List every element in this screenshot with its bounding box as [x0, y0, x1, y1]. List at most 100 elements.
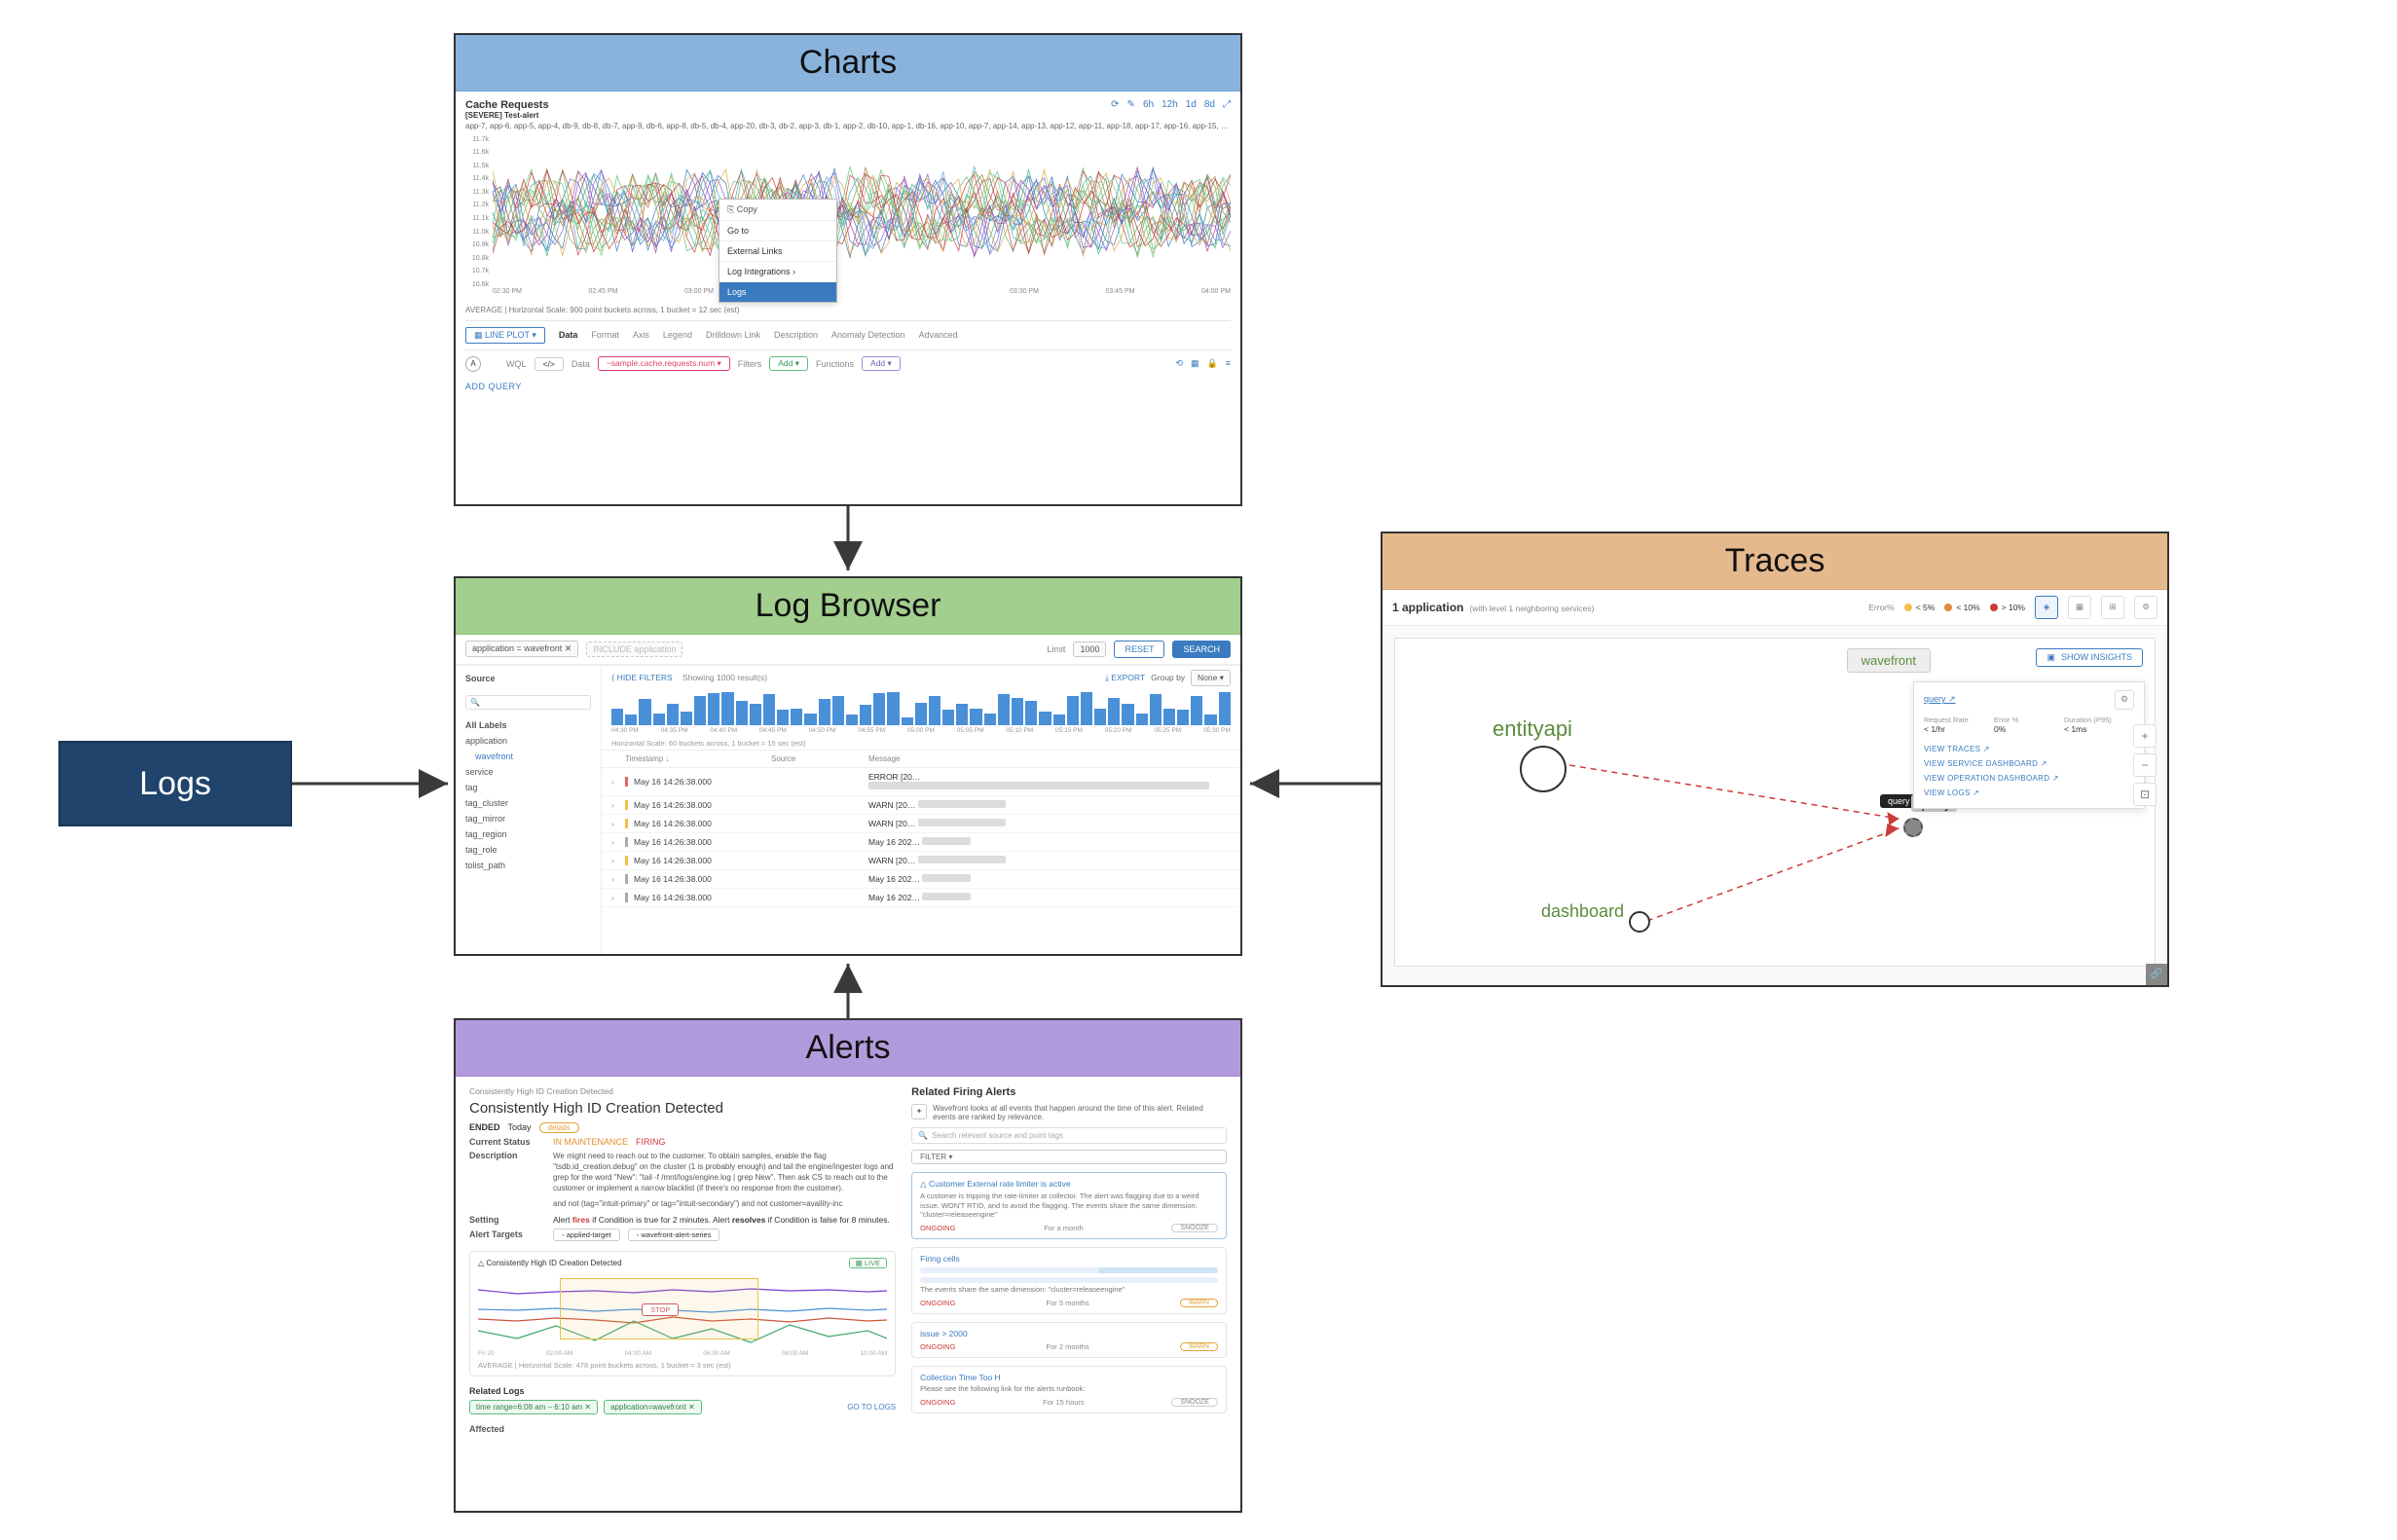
histogram-bar[interactable]: [1025, 701, 1037, 725]
query-icon-1[interactable]: ⟲: [1175, 358, 1183, 369]
traces-view-table-icon[interactable]: ▦: [2068, 596, 2091, 619]
histogram-bar[interactable]: [832, 696, 844, 725]
popup-view-service-dashboard[interactable]: VIEW SERVICE DASHBOARD ↗: [1924, 756, 2134, 771]
traces-link-icon[interactable]: 🔗: [2146, 964, 2167, 985]
lb-col[interactable]: Source: [771, 754, 868, 763]
histogram-bar[interactable]: [1039, 712, 1051, 725]
histogram-bar[interactable]: [750, 704, 761, 725]
histogram-bar[interactable]: [1094, 709, 1106, 724]
node-entityapi[interactable]: [1520, 746, 1567, 792]
alerts-side-filter[interactable]: FILTER ▾: [911, 1150, 1227, 1164]
query-data-chip[interactable]: ~sample.cache.requests.num ▾: [598, 356, 730, 371]
chart-expand-icon[interactable]: ⤢: [1223, 99, 1231, 110]
card-title[interactable]: Collection Time Too H: [920, 1373, 1218, 1382]
functions-chip[interactable]: Add ▾: [862, 356, 901, 371]
lb-sidebar-all-labels[interactable]: All Labels: [465, 717, 591, 733]
lb-sidebar-search[interactable]: [465, 695, 591, 710]
alerts-details-badge[interactable]: details: [539, 1122, 579, 1133]
histogram-bar[interactable]: [777, 710, 789, 724]
query-icon-4[interactable]: ≡: [1226, 358, 1231, 369]
expand-icon[interactable]: ›: [611, 837, 625, 847]
histogram-bar[interactable]: [956, 704, 968, 725]
chart-tab-format[interactable]: Format: [591, 330, 619, 340]
histogram-bar[interactable]: [998, 694, 1010, 725]
expand-icon[interactable]: ›: [611, 874, 625, 884]
card-title[interactable]: Firing cells: [920, 1254, 1218, 1264]
chart-tab-drilldown[interactable]: Drilldown Link: [706, 330, 760, 340]
node-dashboard[interactable]: [1629, 911, 1650, 933]
alerts-mini-plot[interactable]: STOP: [478, 1272, 887, 1348]
chart-area[interactable]: 11.7k 11.6k 11.5k 11.4k 11.3k 11.2k 11.1…: [465, 136, 1231, 302]
lb-sidebar-item[interactable]: tag_mirror: [465, 811, 591, 826]
histogram-bar[interactable]: [708, 693, 719, 725]
histogram-bar[interactable]: [1012, 698, 1023, 724]
lb-col[interactable]: Message: [868, 754, 1231, 763]
context-menu-external[interactable]: External Links: [719, 241, 836, 262]
lb-sidebar-item[interactable]: tag_cluster: [465, 795, 591, 811]
alerts-target-1[interactable]: ◦ applied-target: [553, 1228, 620, 1241]
query-icon-3[interactable]: 🔒: [1207, 358, 1218, 369]
card-title[interactable]: △ Customer External rate limiter is acti…: [920, 1179, 1218, 1190]
histogram-bar[interactable]: [887, 692, 899, 725]
chart-tab-advanced[interactable]: Advanced: [919, 330, 958, 340]
traces-view-graph-icon[interactable]: ◈: [2035, 596, 2058, 619]
lb-col[interactable]: Timestamp ↓: [625, 754, 771, 763]
chart-toolbar-edit-icon[interactable]: ✎: [1127, 99, 1135, 110]
alerts-target-2[interactable]: ◦ wavefront-alert-series: [628, 1228, 720, 1241]
log-row[interactable]: ›May 16 14:26:38.000WARN [20…: [602, 796, 1240, 815]
histogram-bar[interactable]: [1219, 692, 1231, 725]
chart-tab-description[interactable]: Description: [774, 330, 818, 340]
expand-icon[interactable]: ›: [611, 856, 625, 865]
expand-icon[interactable]: ›: [611, 777, 625, 787]
histogram-bar[interactable]: [970, 709, 981, 724]
related-alert-card[interactable]: Firing cellsThe events share the same di…: [911, 1247, 1227, 1314]
log-row[interactable]: ›May 16 14:26:38.000May 16 202…: [602, 889, 1240, 907]
histogram-bar[interactable]: [1081, 692, 1092, 725]
related-alert-card[interactable]: issue > 2000ONGOINGFor 2 monthsWARN: [911, 1322, 1227, 1358]
histogram-bar[interactable]: [653, 714, 665, 725]
histogram-bar[interactable]: [1150, 694, 1162, 725]
chart-range-6h[interactable]: 6h: [1143, 99, 1154, 110]
lb-sidebar-item[interactable]: wavefront: [465, 749, 591, 764]
lb-sidebar-item[interactable]: tag: [465, 780, 591, 795]
alerts-crumb[interactable]: Consistently High ID Creation Detected: [469, 1086, 896, 1096]
zoom-in-icon[interactable]: +: [2133, 724, 2157, 748]
histogram-bar[interactable]: [915, 703, 927, 725]
expand-icon[interactable]: ›: [611, 800, 625, 810]
histogram-bar[interactable]: [1067, 696, 1079, 725]
histogram-bar[interactable]: [860, 705, 871, 725]
chart-tab-legend[interactable]: Legend: [663, 330, 692, 340]
lb-filter-chip[interactable]: application = wavefront ✕: [465, 641, 578, 657]
chart-tab-axis[interactable]: Axis: [633, 330, 649, 340]
histogram-bar[interactable]: [929, 696, 940, 725]
histogram-bar[interactable]: [763, 694, 775, 725]
context-menu-copy[interactable]: ⎘ Copy: [719, 200, 836, 221]
histogram-bar[interactable]: [846, 715, 858, 725]
card-action-button[interactable]: WARN: [1180, 1299, 1218, 1307]
histogram-bar[interactable]: [819, 699, 830, 724]
histogram-bar[interactable]: [625, 715, 637, 725]
traces-canvas[interactable]: wavefront query entityapi dashboard quer…: [1394, 638, 2156, 967]
related-chip-app[interactable]: application=wavefront ✕: [604, 1400, 702, 1414]
log-row[interactable]: ›May 16 14:26:38.000ERROR [20…: [602, 768, 1240, 796]
histogram-bar[interactable]: [791, 709, 802, 724]
filters-chip[interactable]: Add ▾: [769, 356, 808, 371]
log-row[interactable]: ›May 16 14:26:38.000WARN [20…: [602, 852, 1240, 870]
histogram-bar[interactable]: [1108, 698, 1120, 724]
add-query-button[interactable]: ADD QUERY: [465, 382, 1231, 391]
zoom-out-icon[interactable]: −: [2133, 753, 2157, 777]
lb-include-placeholder[interactable]: INCLUDE application: [586, 642, 682, 657]
related-alert-card[interactable]: △ Customer External rate limiter is acti…: [911, 1172, 1227, 1239]
histogram-bar[interactable]: [639, 699, 650, 724]
line-plot-dropdown[interactable]: ▦ LINE PLOT ▾: [465, 327, 545, 344]
context-menu-log-integrations[interactable]: Log Integrations ›: [719, 262, 836, 282]
histogram-bar[interactable]: [694, 696, 706, 725]
histogram-bar[interactable]: [721, 692, 733, 725]
lb-limit-value[interactable]: 1000: [1073, 642, 1106, 657]
expand-icon[interactable]: ›: [611, 893, 625, 902]
card-action-button[interactable]: SNOOZE: [1171, 1224, 1218, 1232]
popup-title-link[interactable]: query ↗: [1924, 694, 1956, 705]
histogram-bar[interactable]: [611, 709, 623, 724]
lb-sidebar-item[interactable]: service: [465, 764, 591, 780]
traces-gear-icon[interactable]: ⚙: [2134, 596, 2157, 619]
